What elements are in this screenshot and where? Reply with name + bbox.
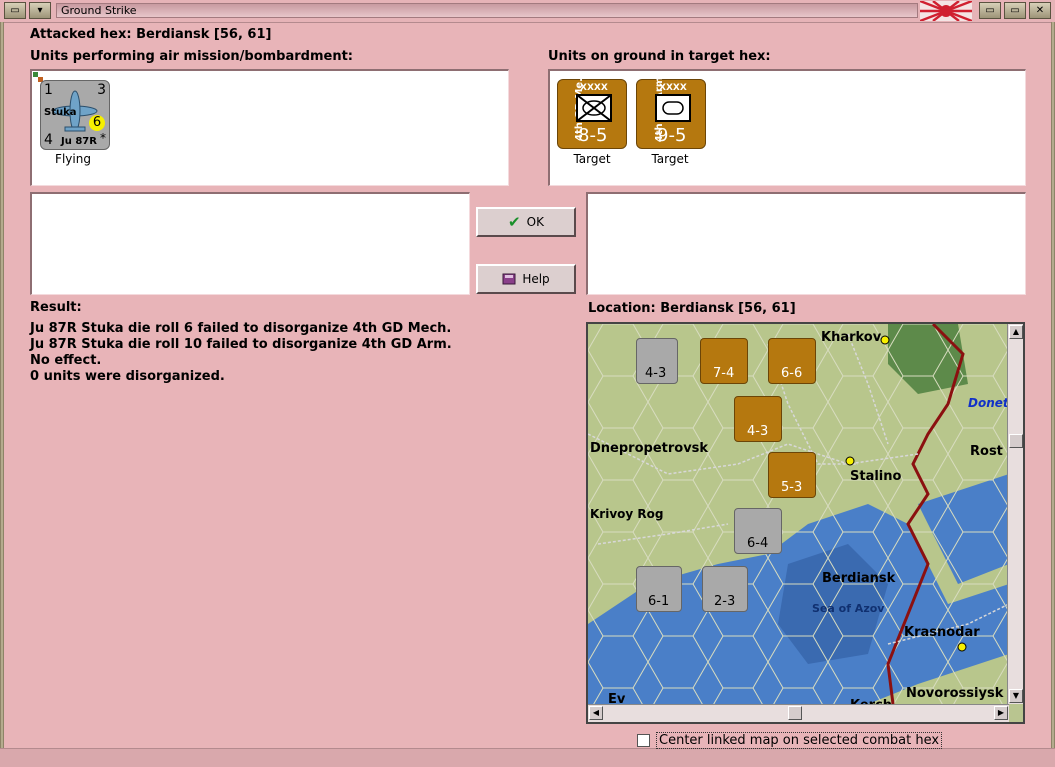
map-counter-values: 4-3 <box>747 424 769 439</box>
gd-armor-values: 9-5 <box>657 125 687 146</box>
mech-infantry-symbol-icon <box>576 94 612 122</box>
scroll-up-icon[interactable]: ▲ <box>1009 325 1023 339</box>
linked-map[interactable]: 4-3 7-4 6-6 4-3 5-3 6-4 6-1 2-3 Kharkov … <box>586 322 1025 724</box>
window-title: Ground Strike <box>56 3 918 18</box>
stuka-top-left: 1 <box>44 82 53 98</box>
horizontal-scroll-thumb[interactable] <box>788 706 802 720</box>
map-label-krivoy-rog: Krivoy Rog <box>590 507 664 521</box>
restore-button[interactable]: ▭ <box>979 2 1001 19</box>
map-counter-values: 2-3 <box>714 594 736 609</box>
window-frame-left <box>0 22 4 766</box>
maximize-button[interactable]: ▭ <box>1004 2 1026 19</box>
map-counter-values: 6-4 <box>747 536 769 551</box>
stuka-counter[interactable]: 1 3 Stuka 6 4 Ju 87R * <box>40 80 110 150</box>
rising-sun-flag-icon <box>920 1 972 21</box>
map-label-dnepropetrovsk: Dnepropetrovsk <box>590 441 709 456</box>
ground-units-label: Units on ground in target hex: <box>548 49 771 64</box>
system-menu-button[interactable]: ▭ <box>4 2 26 19</box>
map-label-novorossiysk: Novorossiysk <box>906 686 1004 701</box>
window-frame-bottom <box>0 748 1055 767</box>
close-button[interactable]: ✕ <box>1029 2 1051 19</box>
result-text: Ju 87R Stuka die roll 6 failed to disorg… <box>30 321 452 385</box>
map-label-krasnodar: Krasnodar <box>904 625 980 640</box>
center-linked-map-option[interactable]: Center linked map on selected combat hex <box>637 732 943 749</box>
armor-symbol-icon <box>655 94 691 122</box>
air-units-panel: 1 3 Stuka 6 4 Ju 87R * Flying <box>30 69 509 186</box>
gd-mech-values: 8-5 <box>578 125 608 146</box>
gd-armor-counter[interactable]: 4th GD Arm XXXX 9-5 <box>636 77 706 149</box>
center-linked-map-checkbox[interactable] <box>637 734 650 747</box>
map-counter[interactable]: 6-4 <box>734 508 782 554</box>
map-vertical-scrollbar[interactable]: ▲ ▼ <box>1007 324 1023 704</box>
stuka-mark: * <box>100 131 106 145</box>
map-label-stalino: Stalino <box>850 469 902 484</box>
map-counter[interactable]: 6-1 <box>636 566 682 612</box>
map-counter-values: 6-1 <box>648 594 670 609</box>
scroll-left-icon[interactable]: ◀ <box>589 706 603 720</box>
help-book-icon <box>502 273 516 285</box>
checkmark-icon: ✔ <box>508 213 521 231</box>
attacked-hex-label: Attacked hex: Berdiansk [56, 61] <box>30 27 272 42</box>
help-button-label: Help <box>522 272 550 286</box>
stuka-type: Ju 87R <box>61 136 97 147</box>
map-counter[interactable]: 5-3 <box>768 452 816 498</box>
window-frame-right <box>1051 22 1055 766</box>
map-counter-values: 5-3 <box>781 480 803 495</box>
stuka-bottom-left: 4 <box>44 132 53 148</box>
result-line: Ju 87R Stuka die roll 6 failed to disorg… <box>30 321 452 336</box>
result-label: Result: <box>30 300 82 315</box>
map-counter[interactable]: 7-4 <box>700 338 748 384</box>
center-linked-map-label: Center linked map on selected combat hex <box>656 732 943 749</box>
minimize-button[interactable]: ▾ <box>29 2 51 19</box>
map-label-rostov: Rost <box>970 444 1003 459</box>
stuka-top-right: 3 <box>97 82 106 98</box>
gd-mech-size: XXXX <box>580 83 608 93</box>
gd-mech-counter[interactable]: 4th GD Me. XXXX 8-5 <box>557 78 627 149</box>
attacker-details-panel <box>30 192 470 295</box>
gd-armor-size: XXXX <box>659 83 687 93</box>
map-counter-values: 4-3 <box>645 366 667 381</box>
result-line: No effect. <box>30 353 102 368</box>
stuka-strength: 6 <box>89 115 105 131</box>
map-counter-values: 6-6 <box>781 366 803 381</box>
ok-button-label: OK <box>526 215 544 229</box>
map-counter[interactable]: 2-3 <box>702 566 748 612</box>
result-line: Ju 87R Stuka die roll 10 failed to disor… <box>30 337 452 352</box>
result-line: 0 units were disorganized. <box>30 369 225 384</box>
location-label: Location: Berdiansk [56, 61] <box>588 301 796 316</box>
map-label-kharkov: Kharkov <box>821 330 882 345</box>
map-horizontal-scrollbar[interactable]: ◀ ▶ <box>588 704 1009 722</box>
stuka-status: Flying <box>55 152 91 166</box>
scroll-down-icon[interactable]: ▼ <box>1009 689 1023 703</box>
map-counter-values: 7-4 <box>713 366 735 381</box>
map-counter[interactable]: 6-6 <box>768 338 816 384</box>
ok-button[interactable]: ✔ OK <box>476 207 576 237</box>
map-counter[interactable]: 4-3 <box>734 396 782 442</box>
vertical-scroll-thumb[interactable] <box>1009 434 1023 448</box>
map-label-sea-of-azov: Sea of Azov <box>812 602 885 615</box>
ground-units-panel: 4th GD Me. XXXX 8-5 Target 4th GD Arm XX… <box>548 69 1026 186</box>
map-label-berdiansk: Berdiansk <box>822 571 896 586</box>
scroll-right-icon[interactable]: ▶ <box>994 706 1008 720</box>
help-button[interactable]: Help <box>476 264 576 294</box>
map-counter[interactable]: 4-3 <box>636 338 678 384</box>
gd-armor-status: Target <box>651 152 689 166</box>
title-bar: ▭ ▾ Ground Strike ▭ ▭ ✕ <box>0 0 1055 23</box>
defender-details-panel <box>586 192 1026 295</box>
stuka-name: Stuka <box>44 107 77 118</box>
air-units-label: Units performing air mission/bombardment… <box>30 49 354 64</box>
gd-mech-status: Target <box>573 152 611 166</box>
